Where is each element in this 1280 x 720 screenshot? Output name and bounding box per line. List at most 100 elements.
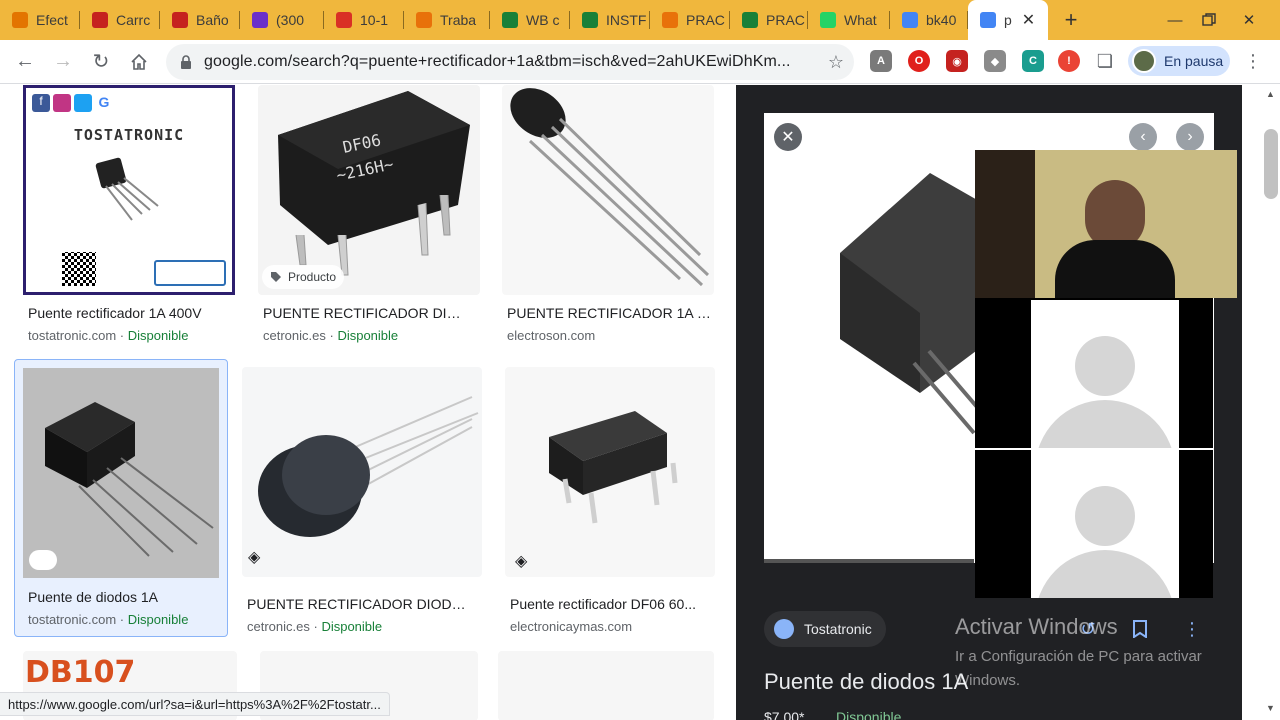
result-title[interactable]: PUENTE RECTIFICADOR 1A 6...: [507, 305, 711, 321]
bookmark-icon: [1133, 620, 1147, 638]
pdf-extension-icon[interactable]: A: [870, 50, 892, 72]
arrow-left-icon: ←: [15, 50, 35, 72]
tab-10[interactable]: PRAC: [730, 0, 808, 40]
link-status-bar: https://www.google.com/url?sa=i&url=http…: [0, 692, 390, 716]
address-bar[interactable]: google.com/search?q=puente+rectificador+…: [166, 44, 854, 80]
image-result-9[interactable]: [498, 651, 714, 720]
tab-2[interactable]: Carrc: [80, 0, 160, 40]
tab-13[interactable]: p ✕: [968, 0, 1048, 40]
tab-label: What: [844, 12, 877, 28]
dip-bridge-image: [549, 411, 678, 524]
tab-list: Efect Carrc Baño (300 10-1 Traba WB c INSTF PRAC…: [0, 0, 1048, 40]
close-preview-button[interactable]: ✕: [774, 123, 802, 151]
more-vert-icon: ⋮: [1183, 618, 1201, 639]
image-result-6[interactable]: ◈ Puente rectificador DF06 60... electro…: [505, 367, 717, 637]
tab-1[interactable]: Efect: [0, 0, 80, 40]
df06-bridge-image: DF06 ~216H~: [278, 91, 470, 276]
db107-label: DB107: [25, 655, 136, 690]
more-options-button[interactable]: ⋮: [1178, 615, 1206, 643]
restore-icon: [1202, 13, 1216, 26]
tab-label: PRAC: [766, 12, 805, 28]
scroll-down-arrow[interactable]: ▼: [1266, 703, 1275, 713]
tab-5[interactable]: 10-1: [324, 0, 404, 40]
user-placeholder-body: [1035, 400, 1175, 448]
cube-extension-icon[interactable]: ◆: [984, 50, 1006, 72]
tab-11[interactable]: What: [808, 0, 890, 40]
scroll-up-arrow[interactable]: ▲: [1266, 89, 1275, 99]
scrollbar-thumb[interactable]: [1264, 129, 1278, 199]
screen-record-extension-icon[interactable]: ◉: [946, 50, 968, 72]
result-title[interactable]: Puente rectificador DF06 60...: [510, 596, 710, 612]
previous-image-button[interactable]: ‹: [1129, 123, 1157, 151]
curve-extension-icon[interactable]: C: [1022, 50, 1044, 72]
webcam-video: [975, 150, 1237, 298]
result-thumbnail[interactable]: [23, 368, 219, 578]
image-result-5[interactable]: ◈ PUENTE RECTIFICADOR DIODOS ... cetroni…: [242, 367, 484, 637]
participant-tile-1[interactable]: [1031, 300, 1179, 448]
close-window-button[interactable]: ✕: [1226, 0, 1272, 40]
result-thumbnail[interactable]: [502, 85, 714, 295]
result-thumbnail[interactable]: f G TOSTATRONIC: [23, 85, 235, 295]
tab-12[interactable]: bk40: [890, 0, 968, 40]
product-tag: Producto: [262, 265, 345, 289]
result-thumbnail[interactable]: ◈: [242, 367, 482, 577]
browser-menu-button[interactable]: ⋮: [1240, 48, 1266, 74]
back-button[interactable]: ←: [6, 43, 44, 81]
save-button[interactable]: [1126, 615, 1154, 643]
home-button[interactable]: [120, 43, 158, 81]
tab-7[interactable]: WB c: [490, 0, 570, 40]
instagram-icon: [53, 94, 71, 112]
result-source[interactable]: electroson.com: [507, 328, 595, 343]
result-title[interactable]: Puente rectificador 1A 400V: [28, 305, 228, 321]
participant-tile-2[interactable]: [1031, 450, 1179, 598]
alert-extension-icon[interactable]: !: [1058, 50, 1080, 72]
user-placeholder-icon: [1075, 336, 1135, 396]
tag-icon: ◈: [248, 549, 261, 566]
classroom-icon: [742, 12, 758, 28]
diode-bridge-image: [45, 402, 214, 557]
image-result-4-selected[interactable]: Puente de diodos 1A tostatronic.com · Di…: [14, 359, 228, 637]
result-thumbnail[interactable]: [498, 651, 714, 720]
result-title[interactable]: Puente de diodos 1A: [28, 589, 218, 605]
forward-button[interactable]: →: [44, 43, 82, 81]
result-source[interactable]: tostatronic.com · Disponible: [28, 328, 188, 343]
round-bridge-image: [258, 396, 479, 537]
tab-3[interactable]: Baño: [160, 0, 240, 40]
close-tab-icon[interactable]: ✕: [1022, 10, 1035, 30]
result-thumbnail[interactable]: ◈: [505, 367, 715, 577]
preview-source-chip[interactable]: Tostatronic: [764, 611, 886, 647]
result-source[interactable]: cetronic.es · Disponible: [263, 328, 398, 343]
profile-button[interactable]: En pausa: [1128, 46, 1230, 76]
tab-4[interactable]: (300: [240, 0, 324, 40]
result-source[interactable]: tostatronic.com · Disponible: [28, 612, 188, 627]
preview-price: $7.00*: [764, 709, 805, 720]
reload-button[interactable]: ↻: [82, 43, 120, 81]
user-placeholder-icon: [1075, 486, 1135, 546]
tab-8[interactable]: INSTF: [570, 0, 650, 40]
tab-label: INSTF: [606, 12, 647, 28]
tab-9[interactable]: PRAC: [650, 0, 730, 40]
arrow-right-icon: →: [53, 50, 73, 72]
image-result-2[interactable]: DF06 ~216H~ Producto PUENTE RECTIFICADOR…: [258, 85, 482, 355]
person-body: [1055, 240, 1175, 298]
tab-6[interactable]: Traba: [404, 0, 490, 40]
next-image-button[interactable]: ›: [1176, 123, 1204, 151]
preview-title[interactable]: Puente de diodos 1A: [764, 669, 968, 695]
puzzle-extensions-icon[interactable]: ❏: [1094, 50, 1116, 72]
image-result-3[interactable]: PUENTE RECTIFICADOR 1A 6... electroson.c…: [502, 85, 716, 355]
tab-label: WB c: [526, 12, 560, 28]
result-title[interactable]: PUENTE RECTIFICADOR DIODOS ...: [247, 596, 473, 612]
result-source[interactable]: cetronic.es · Disponible: [247, 619, 382, 634]
result-thumbnail[interactable]: DF06 ~216H~ Producto: [258, 85, 480, 295]
url-text[interactable]: google.com/search?q=puente+rectificador+…: [204, 53, 818, 71]
tab-label: 10-1: [360, 12, 389, 28]
bookmark-star-icon[interactable]: ☆: [818, 52, 854, 73]
transistor-image: [95, 157, 159, 221]
image-result-1[interactable]: f G TOSTATRONIC Puente rectificador 1A 4…: [0, 85, 240, 355]
new-tab-button[interactable]: +: [1054, 7, 1088, 33]
result-source[interactable]: electronicaymas.com: [510, 619, 632, 634]
opera-extension-icon[interactable]: O: [908, 50, 930, 72]
social-icons: f G: [32, 94, 113, 112]
classroom-icon: [502, 12, 518, 28]
result-title[interactable]: PUENTE RECTIFICADOR DIOD...: [263, 305, 469, 321]
